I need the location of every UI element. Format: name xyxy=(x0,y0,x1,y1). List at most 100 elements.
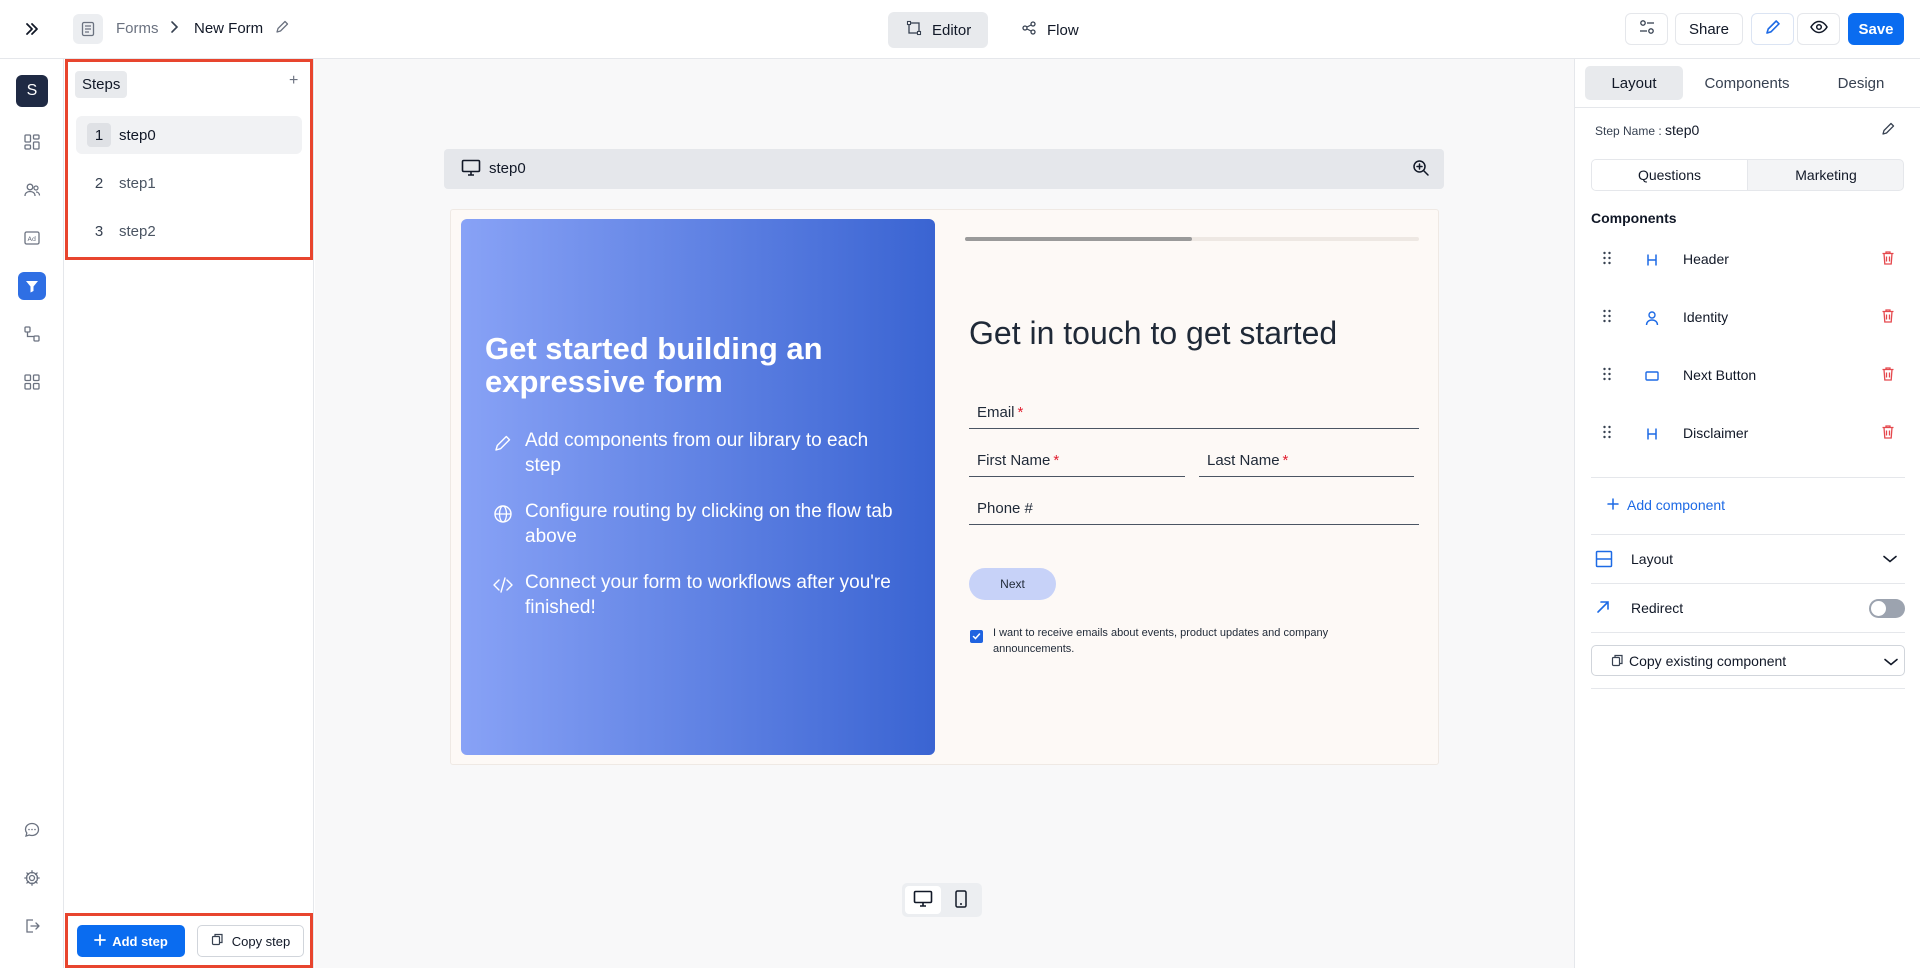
component-row[interactable]: Header xyxy=(1591,239,1905,279)
step-actions-highlight: Add step Copy step xyxy=(65,913,313,968)
hero-item-text: Add components from our library to each … xyxy=(525,430,869,476)
component-row[interactable]: Next Button xyxy=(1591,355,1905,395)
apps-icon[interactable] xyxy=(18,368,46,396)
save-button[interactable]: Save xyxy=(1848,13,1904,45)
step-name-value: step0 xyxy=(1665,122,1700,138)
component-label: Header xyxy=(1683,251,1729,267)
copy-step-button[interactable]: Copy step xyxy=(197,925,304,957)
forms-icon[interactable] xyxy=(18,272,46,300)
delete-icon[interactable] xyxy=(1881,308,1895,327)
form-settings-button[interactable] xyxy=(1625,13,1668,45)
redirect-section: Redirect xyxy=(1591,588,1905,628)
preview-bar: step0 xyxy=(444,149,1444,189)
segment-marketing[interactable]: Marketing xyxy=(1748,160,1904,190)
mobile-view-button[interactable] xyxy=(943,886,979,914)
step-item-step0[interactable]: 1 step0 xyxy=(76,116,302,154)
mobile-icon xyxy=(954,889,968,911)
redirect-label: Redirect xyxy=(1631,600,1684,616)
drag-handle-icon[interactable] xyxy=(1602,425,1612,442)
first-name-field[interactable]: First Name * xyxy=(969,447,1185,477)
editor-icon xyxy=(906,20,922,40)
consent-checkbox[interactable] xyxy=(970,630,983,643)
bottom-divider xyxy=(1591,688,1905,689)
step-number: 1 xyxy=(87,123,111,147)
breadcrumb-separator-icon xyxy=(169,20,179,37)
expand-sidebar-icon[interactable] xyxy=(20,17,44,41)
first-name-label: First Name * xyxy=(977,452,1060,469)
drag-handle-icon[interactable] xyxy=(1602,367,1612,384)
components-title: Components xyxy=(1591,210,1677,226)
desktop-view-button[interactable] xyxy=(905,886,941,914)
heading-icon xyxy=(1643,251,1661,269)
edit-mode-button[interactable] xyxy=(1751,13,1794,45)
dashboard-icon[interactable] xyxy=(18,128,46,156)
component-row[interactable]: Identity xyxy=(1591,297,1905,337)
delete-icon[interactable] xyxy=(1881,366,1895,385)
chevron-down-icon xyxy=(1883,655,1899,671)
steps-panel: Steps + 1 step0 2 step1 3 step2 Add step… xyxy=(64,59,314,968)
logout-icon[interactable] xyxy=(18,912,46,940)
button-icon xyxy=(1643,367,1661,385)
tab-design[interactable]: Design xyxy=(1811,66,1911,100)
chevron-down-icon[interactable] xyxy=(1882,552,1898,568)
edit-title-icon[interactable] xyxy=(274,19,290,38)
redirect-toggle[interactable] xyxy=(1869,599,1905,618)
hero-item: Connect your form to workflows after you… xyxy=(493,570,903,620)
preview-button[interactable] xyxy=(1797,13,1840,45)
step-name: step2 xyxy=(119,222,156,240)
workflows-icon[interactable] xyxy=(18,320,46,348)
share-button[interactable]: Share xyxy=(1675,13,1743,45)
code-icon xyxy=(493,575,515,602)
step-item-step2[interactable]: 3 step2 xyxy=(76,212,302,250)
toggle-knob xyxy=(1871,601,1886,616)
tabs-divider xyxy=(1575,107,1920,108)
copy-existing-component-select[interactable]: Copy existing component xyxy=(1591,645,1905,676)
tab-components[interactable]: Components xyxy=(1687,66,1807,100)
step-number: 2 xyxy=(94,174,104,192)
add-component-button[interactable]: Add component xyxy=(1607,497,1725,513)
delete-icon[interactable] xyxy=(1881,250,1895,269)
account-avatar[interactable]: S xyxy=(16,75,48,107)
form-document-icon xyxy=(73,14,103,44)
layout-section[interactable]: Layout xyxy=(1591,539,1905,579)
redirect-divider xyxy=(1591,632,1905,633)
ads-icon[interactable]: Ad xyxy=(18,224,46,252)
contacts-icon[interactable] xyxy=(18,176,46,204)
settings-icon[interactable] xyxy=(18,864,46,892)
flow-icon xyxy=(1021,20,1037,40)
component-row[interactable]: Disclaimer xyxy=(1591,413,1905,453)
add-step-icon[interactable]: + xyxy=(289,72,298,90)
last-name-label: Last Name * xyxy=(1207,452,1289,469)
editor-canvas: step0 Get started building an expressive… xyxy=(315,59,1574,968)
step-number: 3 xyxy=(94,222,104,240)
edit-step-name-icon[interactable] xyxy=(1880,121,1896,140)
delete-icon[interactable] xyxy=(1881,424,1895,443)
add-step-button[interactable]: Add step xyxy=(77,925,185,957)
phone-field[interactable]: Phone # xyxy=(969,495,1419,525)
tab-layout[interactable]: Layout xyxy=(1585,66,1683,100)
step-name: step0 xyxy=(119,126,156,144)
next-button[interactable]: Next xyxy=(969,568,1056,600)
last-name-field[interactable]: Last Name * xyxy=(1199,447,1414,477)
form-preview-card[interactable]: Get started building an expressive form … xyxy=(450,209,1439,765)
zoom-in-icon[interactable] xyxy=(1412,159,1430,180)
heading-icon xyxy=(1643,425,1661,443)
drag-handle-icon[interactable] xyxy=(1602,251,1612,268)
email-field[interactable]: Email * xyxy=(969,399,1419,429)
sliders-icon xyxy=(1638,19,1656,39)
breadcrumb-forms[interactable]: Forms xyxy=(116,20,159,37)
layout-divider xyxy=(1591,583,1905,584)
plus-icon xyxy=(1607,497,1619,513)
segment-questions[interactable]: Questions xyxy=(1592,160,1748,190)
hero-item: Add components from our library to each … xyxy=(493,428,903,478)
step-item-step1[interactable]: 2 step1 xyxy=(76,164,302,202)
tab-editor[interactable]: Editor xyxy=(888,12,988,48)
copy-icon xyxy=(1611,654,1624,670)
chat-icon[interactable] xyxy=(18,816,46,844)
step-name-row: Step Name : step0 xyxy=(1595,122,1699,138)
add-component-label: Add component xyxy=(1627,497,1726,513)
copy-icon xyxy=(211,933,224,949)
component-label: Disclaimer xyxy=(1683,425,1749,441)
drag-handle-icon[interactable] xyxy=(1602,309,1612,326)
tab-flow[interactable]: Flow xyxy=(1003,12,1103,48)
